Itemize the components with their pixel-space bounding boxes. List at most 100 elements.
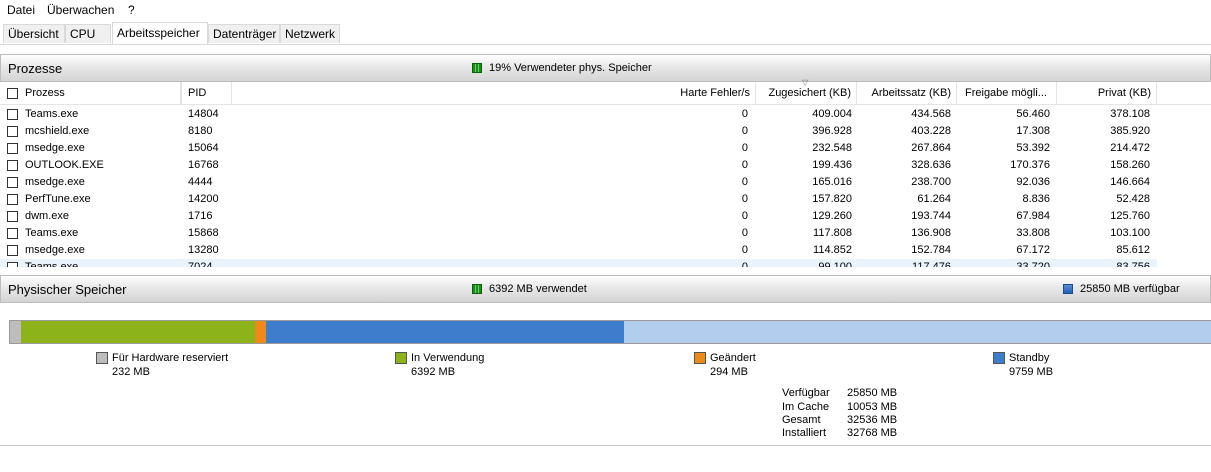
cell-shareable: 92.036 <box>1016 176 1050 188</box>
row-checkbox[interactable] <box>7 143 18 154</box>
stat-cached-label: Im Cache <box>782 401 830 413</box>
cell-commit: 114.852 <box>813 244 852 256</box>
legend-modified-swatch <box>694 352 706 364</box>
cell-commit: 157.820 <box>812 193 852 205</box>
cell-private: 146.664 <box>1110 176 1150 188</box>
row-checkbox[interactable] <box>7 177 18 188</box>
row-checkbox[interactable] <box>7 109 18 120</box>
cell-hard-faults: 0 <box>741 125 748 137</box>
legend-modified-name: Geändert <box>710 352 756 364</box>
row-checkbox[interactable] <box>7 126 18 137</box>
menu-monitor[interactable]: Überwachen <box>47 3 114 17</box>
cell-pid: 14200 <box>188 193 219 205</box>
cell-shareable: 33.720 <box>1016 261 1050 267</box>
cell-process-name: msedge.exe <box>25 244 85 256</box>
legend-in-use-value: 6392 MB <box>411 366 456 378</box>
table-row[interactable]: msedge.exe 13280 0 114.852 152.784 67.172 85.6… <box>0 242 1157 259</box>
row-checkbox[interactable] <box>7 262 18 267</box>
cell-process-name: Teams.exe <box>25 108 79 120</box>
table-row[interactable]: msedge.exe 4444 0 165.016 238.700 92.036 146.6… <box>0 174 1157 191</box>
table-row[interactable]: mcshield.exe 8180 0 396.928 403.228 17.308 385… <box>0 123 1157 140</box>
stat-cached-value: 10053 MB <box>847 401 898 413</box>
bar-segment-modified <box>255 321 267 343</box>
column-hard-faults[interactable]: Harte Fehler/s <box>232 82 756 104</box>
bar-segment-free <box>623 321 1211 343</box>
cell-hard-faults: 0 <box>741 142 748 154</box>
legend-standby-swatch <box>993 352 1005 364</box>
processes-section-header[interactable]: Prozesse 19% Verwendeter phys. Speicher <box>0 54 1211 82</box>
cell-shareable: 170.376 <box>1010 159 1050 171</box>
menu-file[interactable]: Datei <box>7 3 35 17</box>
cell-pid: 16768 <box>188 159 219 171</box>
cell-private: 52.428 <box>1116 193 1150 205</box>
bar-segment-in-use <box>21 321 256 343</box>
column-shareable[interactable]: Freigabe mögli... <box>957 82 1057 104</box>
table-row[interactable]: PerfTune.exe 14200 0 157.820 61.264 8.836 52.4… <box>0 191 1157 208</box>
cell-working-set: 61.264 <box>917 193 951 205</box>
tab-memory[interactable]: Arbeitsspeicher <box>112 22 208 44</box>
column-pid[interactable]: PID <box>181 82 232 104</box>
cell-process-name: Teams.exe <box>25 227 79 239</box>
row-checkbox[interactable] <box>7 245 18 256</box>
cell-commit: 117.808 <box>813 227 852 239</box>
legend-standby-name: Standby <box>1009 352 1050 364</box>
cell-working-set: 152.784 <box>911 244 951 256</box>
cell-shareable: 17.308 <box>1016 125 1050 137</box>
used-memory-label: 6392 MB verwendet <box>489 283 587 295</box>
cell-working-set: 434.568 <box>911 108 951 120</box>
stat-available-label: Verfügbar <box>782 387 830 399</box>
tab-overview[interactable]: Übersicht <box>3 24 65 43</box>
table-row[interactable]: msedge.exe 15064 0 232.548 267.864 53.392 214.… <box>0 140 1157 157</box>
cell-shareable: 53.392 <box>1016 142 1050 154</box>
cell-shareable: 67.984 <box>1016 210 1050 222</box>
physical-memory-section-header[interactable]: Physischer Speicher 6392 MB verwendet 25… <box>0 275 1211 303</box>
cell-process-name: msedge.exe <box>25 176 85 188</box>
tab-cpu[interactable]: CPU <box>65 24 111 43</box>
row-checkbox[interactable] <box>7 211 18 222</box>
table-row[interactable]: Teams.exe 14804 0 409.004 434.568 56.460 378.1… <box>0 106 1157 123</box>
row-checkbox[interactable] <box>7 160 18 171</box>
used-memory-icon <box>472 284 482 294</box>
cell-process-name: msedge.exe <box>25 142 85 154</box>
cell-private: 158.260 <box>1110 159 1150 171</box>
table-row[interactable]: Teams.exe 15868 0 117.808 136.908 33.808 103.1… <box>0 225 1157 242</box>
cell-hard-faults: 0 <box>741 108 748 120</box>
cell-hard-faults: 0 <box>741 193 748 205</box>
bar-segment-hardware-reserved <box>10 321 21 343</box>
column-private[interactable]: Privat (KB) <box>1057 82 1157 104</box>
processes-title: Prozesse <box>8 61 63 76</box>
legend-hardware-value: 232 MB <box>112 366 150 378</box>
column-working-set[interactable]: Arbeitssatz (KB) <box>857 82 957 104</box>
legend-in-use-swatch <box>395 352 407 364</box>
sort-arrow-icon: ▽ <box>802 78 809 87</box>
cell-working-set: 267.864 <box>911 142 951 154</box>
stat-available-value: 25850 MB <box>847 387 898 399</box>
column-process[interactable]: Prozess <box>0 82 181 104</box>
cell-pid: 14804 <box>188 108 219 120</box>
row-checkbox[interactable] <box>7 228 18 239</box>
cell-shareable: 33.808 <box>1016 227 1050 239</box>
process-table-body: Teams.exe 14804 0 409.004 434.568 56.460 378.1… <box>0 106 1211 267</box>
cell-process-name: mcshield.exe <box>25 125 90 137</box>
tab-disk[interactable]: Datenträger <box>208 24 280 43</box>
cell-pid: 8180 <box>188 125 213 137</box>
cell-working-set: 136.908 <box>911 227 951 239</box>
cell-private: 378.108 <box>1110 108 1150 120</box>
cell-pid: 7024 <box>188 261 213 267</box>
tab-network[interactable]: Netzwerk <box>280 24 340 43</box>
stat-total-label: Gesamt <box>782 414 821 426</box>
cell-process-name: PerfTune.exe <box>25 193 91 205</box>
table-row[interactable]: Teams.exe 7024 0 99.100 117.476 33.720 83.756 <box>0 259 1157 267</box>
menu-help[interactable]: ? <box>128 3 135 17</box>
menu-bar: Datei Überwachen ? <box>0 0 1211 20</box>
cell-private: 85.612 <box>1116 244 1150 256</box>
table-row[interactable]: OUTLOOK.EXE 16768 0 199.436 328.636 170.376 15… <box>0 157 1157 174</box>
row-checkbox[interactable] <box>7 194 18 205</box>
cell-working-set: 238.700 <box>911 176 951 188</box>
table-row[interactable]: dwm.exe 1716 0 129.260 193.744 67.984 125.760 <box>0 208 1157 225</box>
cell-shareable: 56.460 <box>1016 108 1050 120</box>
cell-hard-faults: 0 <box>741 244 748 256</box>
cell-private: 385.920 <box>1110 125 1150 137</box>
cell-commit: 165.016 <box>812 176 852 188</box>
cell-hard-faults: 0 <box>741 210 748 222</box>
